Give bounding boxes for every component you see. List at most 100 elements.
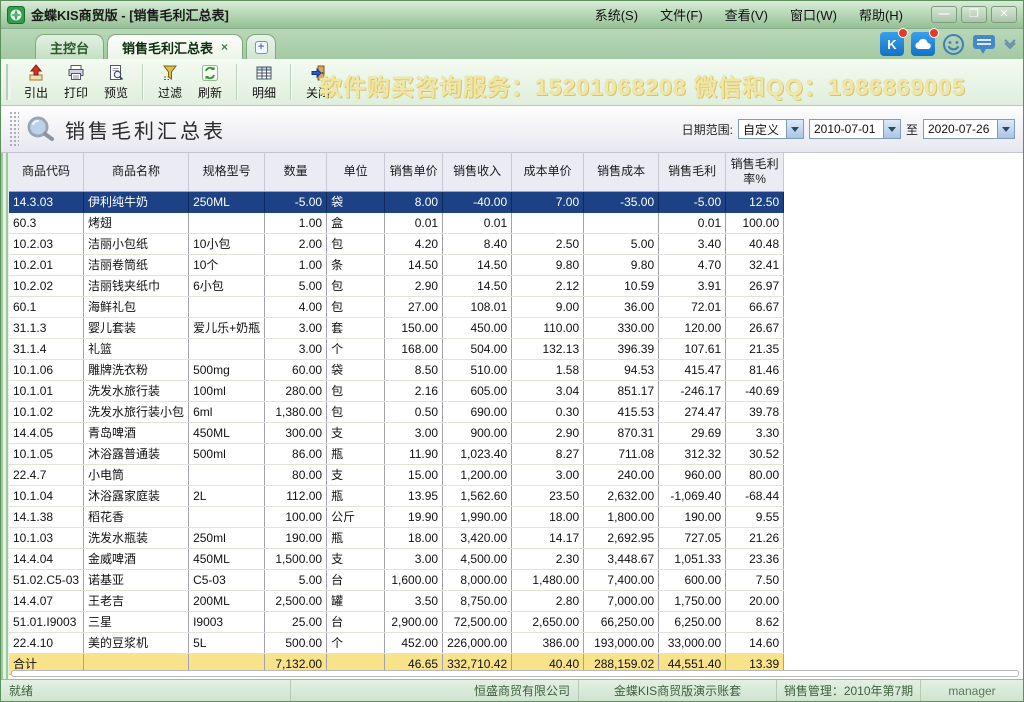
tab-sales-gross-profit[interactable]: 销售毛利汇总表 ×: [107, 34, 243, 59]
cell: 洗发水旅行装小包: [84, 401, 189, 422]
dropdown-button[interactable]: [997, 120, 1014, 138]
print-button[interactable]: 打印: [56, 61, 96, 103]
close-button[interactable]: ✕: [991, 6, 1017, 23]
cell: [189, 296, 265, 317]
cell: 9.00: [512, 296, 584, 317]
cell: 21.26: [726, 527, 784, 548]
cell: 诺基亚: [84, 569, 189, 590]
column-header-7[interactable]: 成本单价: [512, 153, 584, 191]
kis-app-icon[interactable]: K: [880, 32, 904, 56]
table-row[interactable]: 10.1.05沐浴露普通装500ml86.00瓶11.901,023.408.2…: [9, 443, 784, 464]
menu-help[interactable]: 帮助(H): [859, 5, 903, 24]
cell: 280.00: [265, 380, 327, 401]
cell: 193,000.00: [584, 632, 659, 653]
table-row[interactable]: 10.1.04沐浴露家庭装2L112.00瓶13.951,562.6023.50…: [9, 485, 784, 506]
table-row[interactable]: 60.3烤翅1.00盒0.010.010.01100.00: [9, 212, 784, 233]
close-view-button[interactable]: 关闭: [298, 61, 338, 103]
table-row[interactable]: 31.1.4礼篮3.00个168.00504.00132.13396.39107…: [9, 338, 784, 359]
table-row[interactable]: 22.4.7小电筒80.00支15.001,200.003.00240.0096…: [9, 464, 784, 485]
table-row[interactable]: 22.4.10美的豆浆机5L500.00个452.00226,000.00386…: [9, 632, 784, 653]
cell: 美的豆浆机: [84, 632, 189, 653]
column-header-10[interactable]: 销售毛利率%: [726, 153, 784, 191]
column-header-6[interactable]: 销售收入: [443, 153, 512, 191]
refresh-button[interactable]: 刷新: [190, 61, 230, 103]
range-type-select[interactable]: 自定义: [738, 119, 804, 139]
detail-button[interactable]: 明细: [244, 61, 284, 103]
cell: 3.00: [265, 317, 327, 338]
cell: 3.00: [265, 338, 327, 359]
chevron-down-icon[interactable]: [1003, 39, 1017, 49]
cell: 0.01: [443, 212, 512, 233]
cell: 12.50: [726, 191, 784, 212]
cell: 2,500.00: [265, 590, 327, 611]
maximize-button[interactable]: ❐: [961, 6, 987, 23]
date-from-select[interactable]: 2010-07-01: [809, 119, 901, 139]
table-row[interactable]: 31.1.3婴儿套装爱儿乐+奶瓶3.00套150.00450.00110.003…: [9, 317, 784, 338]
table-row[interactable]: 14.4.04金威啤酒450ML1,500.00支3.004,500.002.3…: [9, 548, 784, 569]
dropdown-button[interactable]: [786, 120, 803, 138]
dropdown-button[interactable]: [883, 120, 900, 138]
cell: 套: [327, 317, 385, 338]
table-row[interactable]: 51.01.I9003三星I900325.00台2,900.0072,500.0…: [9, 611, 784, 632]
table-row[interactable]: 10.2.03洁丽小包纸10小包2.00包4.208.402.505.003.4…: [9, 233, 784, 254]
cell: 3.00: [385, 422, 443, 443]
cell: 300.00: [265, 422, 327, 443]
table-row[interactable]: 14.4.07王老吉200ML2,500.00罐3.508,750.002.80…: [9, 590, 784, 611]
minimize-button[interactable]: —: [931, 6, 957, 23]
cell: 3,420.00: [443, 527, 512, 548]
tab-close-icon[interactable]: ×: [221, 40, 228, 54]
table-row[interactable]: 51.02.C5-03诺基亚C5-035.00台1,600.008,000.00…: [9, 569, 784, 590]
table-row[interactable]: 14.1.38稻花香100.00公斤19.901,990.0018.001,80…: [9, 506, 784, 527]
column-header-4[interactable]: 单位: [327, 153, 385, 191]
table-row[interactable]: 60.1海鲜礼包4.00包27.00108.019.0036.0072.0166…: [9, 296, 784, 317]
table-row[interactable]: 10.1.03洗发水瓶装250ml190.00瓶18.003,420.0014.…: [9, 527, 784, 548]
cell: 包: [327, 233, 385, 254]
cell: 9.80: [584, 254, 659, 275]
column-header-0[interactable]: 商品代码: [9, 153, 84, 191]
column-header-5[interactable]: 销售单价: [385, 153, 443, 191]
menu-window[interactable]: 窗口(W): [790, 5, 837, 24]
table-row[interactable]: 10.1.01洗发水旅行装100ml280.00包2.16605.003.048…: [9, 380, 784, 401]
table-row[interactable]: 10.1.02洗发水旅行装小包6ml1,380.00包0.50690.000.3…: [9, 401, 784, 422]
cell: 27.00: [385, 296, 443, 317]
table-row[interactable]: 10.2.01洁丽卷筒纸10个1.00条14.5014.509.809.804.…: [9, 254, 784, 275]
printer-icon: [67, 64, 85, 82]
menu-system[interactable]: 系统(S): [595, 5, 638, 24]
table-row[interactable]: 14.3.03伊利纯牛奶250ML-5.00袋8.00-40.007.00-35…: [9, 191, 784, 212]
cell: 110.00: [512, 317, 584, 338]
column-header-8[interactable]: 销售成本: [584, 153, 659, 191]
cell: 8.62: [726, 611, 784, 632]
tab-main-console[interactable]: 主控台: [35, 34, 104, 59]
cell: 2L: [189, 485, 265, 506]
cell: 1,380.00: [265, 401, 327, 422]
cell: 10.1.02: [9, 401, 84, 422]
cell: 25.00: [265, 611, 327, 632]
preview-button[interactable]: 预览: [96, 61, 136, 103]
smiley-icon[interactable]: [942, 33, 965, 56]
column-header-9[interactable]: 销售毛利: [659, 153, 726, 191]
cell: 60.1: [9, 296, 84, 317]
cell: 900.00: [443, 422, 512, 443]
export-button[interactable]: 引出: [16, 61, 56, 103]
menu-file[interactable]: 文件(F): [660, 5, 703, 24]
table-row[interactable]: 14.4.05青岛啤酒450ML300.00支3.00900.002.90870…: [9, 422, 784, 443]
cell: 14.17: [512, 527, 584, 548]
table-row[interactable]: 10.1.06雕牌洗衣粉500mg60.00袋8.50510.001.5894.…: [9, 359, 784, 380]
cell: 14.50: [385, 254, 443, 275]
new-tab-button[interactable]: +: [246, 34, 276, 59]
cell: 100.00: [265, 506, 327, 527]
status-company: 恒盛商贸有限公司: [291, 680, 579, 701]
date-to-select[interactable]: 2020-07-26: [923, 119, 1015, 139]
column-header-2[interactable]: 规格型号: [189, 153, 265, 191]
menu-view[interactable]: 查看(V): [725, 5, 768, 24]
feedback-message-icon[interactable]: [972, 33, 996, 55]
cell: 14.60: [726, 632, 784, 653]
grid-edit-bar[interactable]: [11, 670, 1019, 677]
filter-button[interactable]: 过滤: [150, 61, 190, 103]
table-row[interactable]: 10.2.02洁丽钱夹纸巾6小包5.00包2.9014.502.1210.593…: [9, 275, 784, 296]
cell: 3.00: [385, 548, 443, 569]
cell: [584, 212, 659, 233]
column-header-3[interactable]: 数量: [265, 153, 327, 191]
cloud-sync-icon[interactable]: [911, 32, 935, 56]
column-header-1[interactable]: 商品名称: [84, 153, 189, 191]
